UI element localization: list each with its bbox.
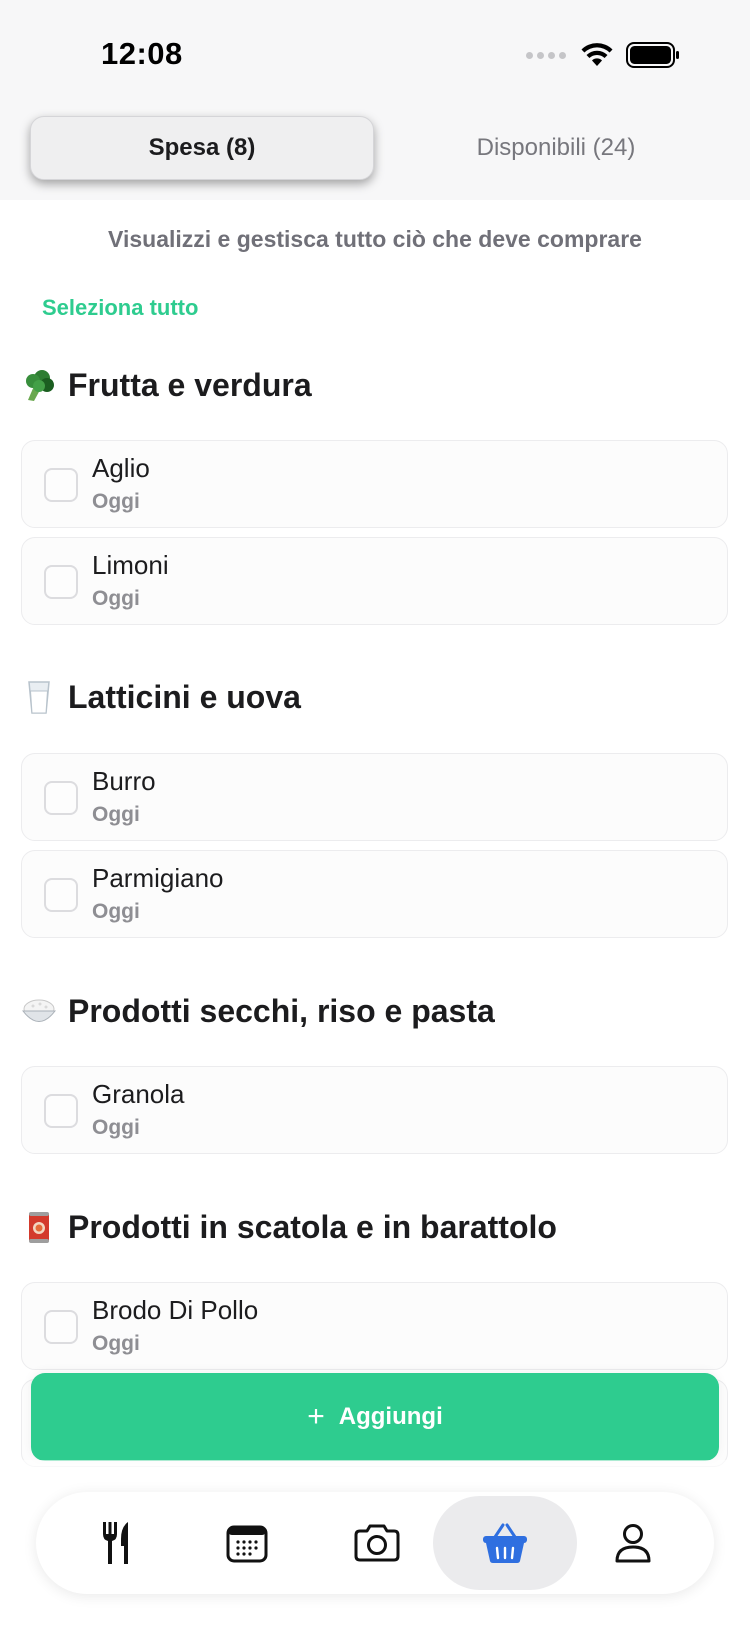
item-checkbox[interactable] — [44, 565, 78, 599]
wifi-icon — [581, 43, 613, 66]
add-button[interactable]: + Aggiungi — [31, 1373, 719, 1461]
broccoli-icon — [20, 366, 58, 404]
list-item[interactable]: Aglio Oggi — [21, 440, 728, 528]
list-item[interactable]: Limoni Oggi — [21, 537, 728, 625]
item-name: Limoni — [92, 550, 169, 580]
list-item[interactable]: Granola Oggi — [21, 1066, 728, 1154]
item-name: Granola — [92, 1079, 185, 1109]
item-checkbox[interactable] — [44, 781, 78, 815]
fork-knife-icon — [103, 1522, 128, 1564]
tab-calendar[interactable] — [182, 1496, 312, 1590]
tab-camera[interactable] — [312, 1496, 442, 1590]
tab-recipes[interactable] — [52, 1496, 182, 1590]
rice-bowl-icon — [20, 992, 58, 1030]
select-all-button[interactable]: Seleziona tutto — [42, 295, 198, 321]
item-checkbox[interactable] — [44, 1310, 78, 1344]
item-checkbox[interactable] — [44, 1094, 78, 1128]
person-icon — [615, 1524, 651, 1563]
tab-disponibili[interactable]: Disponibili (24) — [396, 116, 716, 180]
item-checkbox[interactable] — [44, 878, 78, 912]
page-subtitle: Visualizzi e gestisca tutto ciò che deve… — [108, 226, 642, 252]
calendar-icon — [226, 1525, 268, 1563]
category-title-text: Frutta e verdura — [68, 366, 312, 403]
status-time: 12:08 — [101, 36, 183, 71]
list-item[interactable]: Brodo Di Pollo Oggi — [21, 1282, 728, 1370]
status-icons — [526, 40, 680, 70]
segmented-control-bar: Spesa (8) Disponibili (24) — [0, 110, 750, 200]
category-title-text: Prodotti secchi, riso e pasta — [68, 992, 495, 1029]
item-name: Burro — [92, 766, 156, 796]
item-checkbox[interactable] — [44, 468, 78, 502]
item-date: Oggi — [92, 1332, 140, 1355]
tab-bar — [36, 1492, 714, 1594]
tin-can-icon — [20, 1208, 58, 1246]
item-date: Oggi — [92, 803, 140, 826]
battery-icon — [626, 42, 679, 68]
tab-shopping[interactable] — [433, 1496, 577, 1590]
basket-icon — [483, 1523, 527, 1563]
tab-profile[interactable] — [568, 1496, 698, 1590]
list-item[interactable]: Burro Oggi — [21, 753, 728, 841]
milk-glass-icon — [20, 678, 58, 716]
category-title: Frutta e verdura — [20, 366, 312, 404]
category-title: Prodotti in scatola e in barattolo — [20, 1208, 557, 1246]
add-button-label: Aggiungi — [338, 1403, 443, 1430]
status-bar: 12:08 — [0, 0, 750, 110]
item-date: Oggi — [92, 900, 140, 923]
item-date: Oggi — [92, 490, 140, 513]
tab-spesa[interactable]: Spesa (8) — [30, 116, 374, 180]
item-name: Parmigiano — [92, 863, 224, 893]
category-title-text: Latticini e uova — [68, 678, 301, 715]
camera-icon — [354, 1524, 400, 1562]
signal-dots-icon — [526, 51, 566, 59]
item-name: Brodo Di Pollo — [92, 1295, 259, 1325]
category-title: Latticini e uova — [20, 678, 301, 716]
item-date: Oggi — [92, 1116, 140, 1139]
category-title: Prodotti secchi, riso e pasta — [20, 992, 495, 1030]
plus-icon: + — [307, 1400, 325, 1433]
list-item[interactable]: Parmigiano Oggi — [21, 850, 728, 938]
item-name: Aglio — [92, 453, 150, 483]
item-date: Oggi — [92, 587, 140, 610]
segmented-control: Spesa (8) Disponibili (24) — [20, 110, 720, 190]
category-title-text: Prodotti in scatola e in barattolo — [68, 1208, 557, 1245]
